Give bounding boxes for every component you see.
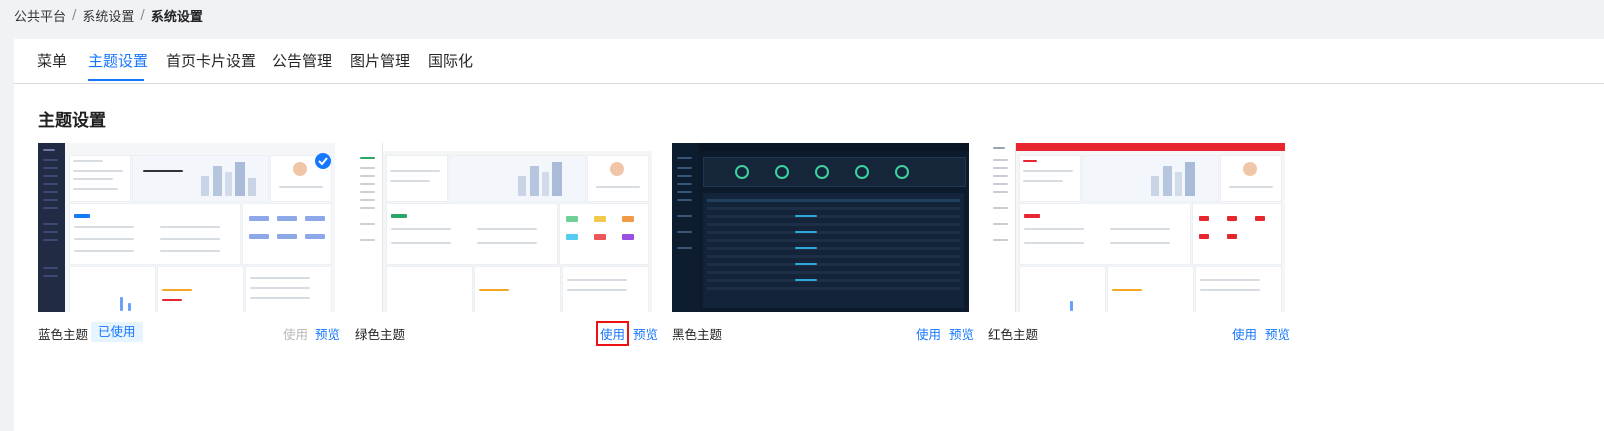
breadcrumb-separator: / [140,8,145,23]
thumb-panel [69,155,131,202]
thumb-notice [245,266,332,312]
gauge-icon [735,165,909,179]
breadcrumb-item-current: 系统设置 [150,10,203,25]
theme-footer-green: 绿色主题 使用 预览 [355,321,675,346]
theme-footer-black: 黑色主题 使用 预览 [672,322,992,344]
theme-name: 红色主题 [988,327,1039,342]
settings-panel: 菜单 主题设置 首页卡片设置 公告管理 图片管理 国际化 主题设置 蓝色主题 已… [14,39,1604,431]
thumb-sidebar [988,143,1016,312]
tab-menu[interactable]: 菜单 [37,50,67,71]
theme-name: 绿色主题 [355,327,406,342]
theme-name: 黑色主题 [672,327,723,342]
thumb-sidebar [38,143,65,312]
selected-check-icon [315,153,331,169]
use-button[interactable]: 使用 [595,321,630,346]
thumb-grid [242,203,332,265]
preview-button[interactable]: 预览 [633,324,658,343]
thumb-progress [157,266,244,312]
breadcrumb: 公共平台 / 系统设置 / 系统设置 [14,6,203,25]
city-illustration-icon [201,162,256,196]
thumb-dark-table [703,193,964,308]
thumb-chart [69,266,156,312]
tab-internationalization[interactable]: 国际化 [428,50,473,71]
theme-thumbnail-green[interactable] [355,143,652,312]
tab-theme-settings[interactable]: 主题设置 [88,50,148,71]
thumb-sidebar [672,143,699,312]
use-button[interactable]: 使用 [916,324,941,343]
in-use-badge: 已使用 [91,322,143,342]
breadcrumb-item-settings[interactable]: 系统设置 [82,6,134,25]
use-button[interactable]: 使用 [1232,324,1257,343]
theme-footer-blue: 蓝色主题 已使用 使用 预览 [38,322,358,344]
tab-home-card-settings[interactable]: 首页卡片设置 [166,50,256,71]
use-button[interactable]: 使用 [283,324,308,343]
city-illustration-icon [1151,162,1195,196]
theme-footer-red: 红色主题 使用 预览 [988,322,1308,344]
thumb-sidebar [355,143,383,312]
tab-image-management[interactable]: 图片管理 [350,50,410,71]
thumb-banner [132,155,269,202]
thumb-list [69,203,241,265]
theme-name: 蓝色主题 [38,327,89,342]
tab-bar: 菜单 主题设置 首页卡片设置 公告管理 图片管理 国际化 [14,39,1604,84]
active-tab-indicator [88,79,144,81]
preview-button[interactable]: 预览 [315,324,340,343]
city-illustration-icon [518,162,562,196]
theme-thumbnail-red[interactable] [988,143,1285,312]
theme-thumbnail-blue[interactable] [38,143,335,312]
breadcrumb-separator: / [72,8,77,23]
breadcrumb-item-platform[interactable]: 公共平台 [14,6,66,25]
preview-button[interactable]: 预览 [949,324,974,343]
tab-announcement-management[interactable]: 公告管理 [272,50,332,71]
section-title: 主题设置 [38,111,106,131]
theme-thumbnail-black[interactable] [672,143,969,312]
preview-button[interactable]: 预览 [1265,324,1290,343]
